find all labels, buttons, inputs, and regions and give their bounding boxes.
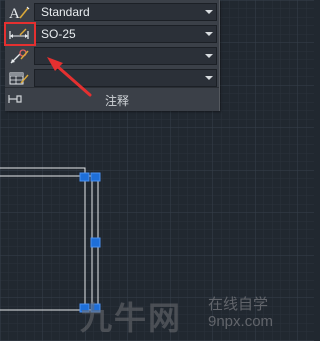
multileader-style-row xyxy=(5,46,219,67)
table-style-dropdown[interactable] xyxy=(34,69,217,87)
chevron-down-icon[interactable] xyxy=(205,10,213,14)
annotation-panel: A Standard SO-25 注释 xyxy=(5,0,220,111)
text-style-value: Standard xyxy=(41,5,90,19)
selected-rectangle[interactable] xyxy=(0,167,99,311)
chevron-down-icon[interactable] xyxy=(205,32,213,36)
panel-footer[interactable]: 注释 xyxy=(5,87,219,110)
table-style-icon[interactable] xyxy=(8,70,30,87)
dimension-style-value: SO-25 xyxy=(41,27,76,41)
multileader-style-icon[interactable] xyxy=(8,48,30,65)
highlight-box xyxy=(4,22,36,46)
dimension-style-dropdown[interactable]: SO-25 xyxy=(34,25,217,43)
multileader-style-dropdown[interactable] xyxy=(34,47,217,65)
watermark: 九牛网 在线自学 9npx.com xyxy=(80,291,300,337)
watermark-url: 9npx.com xyxy=(208,313,274,330)
text-style-icon[interactable]: A xyxy=(8,4,30,21)
dimension-style-row: SO-25 xyxy=(5,24,219,45)
svg-text:A: A xyxy=(9,6,20,21)
watermark-slogan: 在线自学 xyxy=(208,296,269,313)
chevron-down-icon[interactable] xyxy=(205,76,213,80)
grip-mid-right xyxy=(90,237,101,248)
chevron-down-icon[interactable] xyxy=(205,54,213,58)
grip-top-left xyxy=(79,172,90,182)
grip-top-right xyxy=(90,172,101,182)
text-style-row: A Standard xyxy=(5,2,219,23)
table-style-row xyxy=(5,68,219,89)
text-style-dropdown[interactable]: Standard xyxy=(34,3,217,21)
pin-icon[interactable] xyxy=(7,92,23,106)
panel-title[interactable]: 注释 xyxy=(105,92,129,109)
watermark-brand: 九牛网 xyxy=(80,299,183,337)
